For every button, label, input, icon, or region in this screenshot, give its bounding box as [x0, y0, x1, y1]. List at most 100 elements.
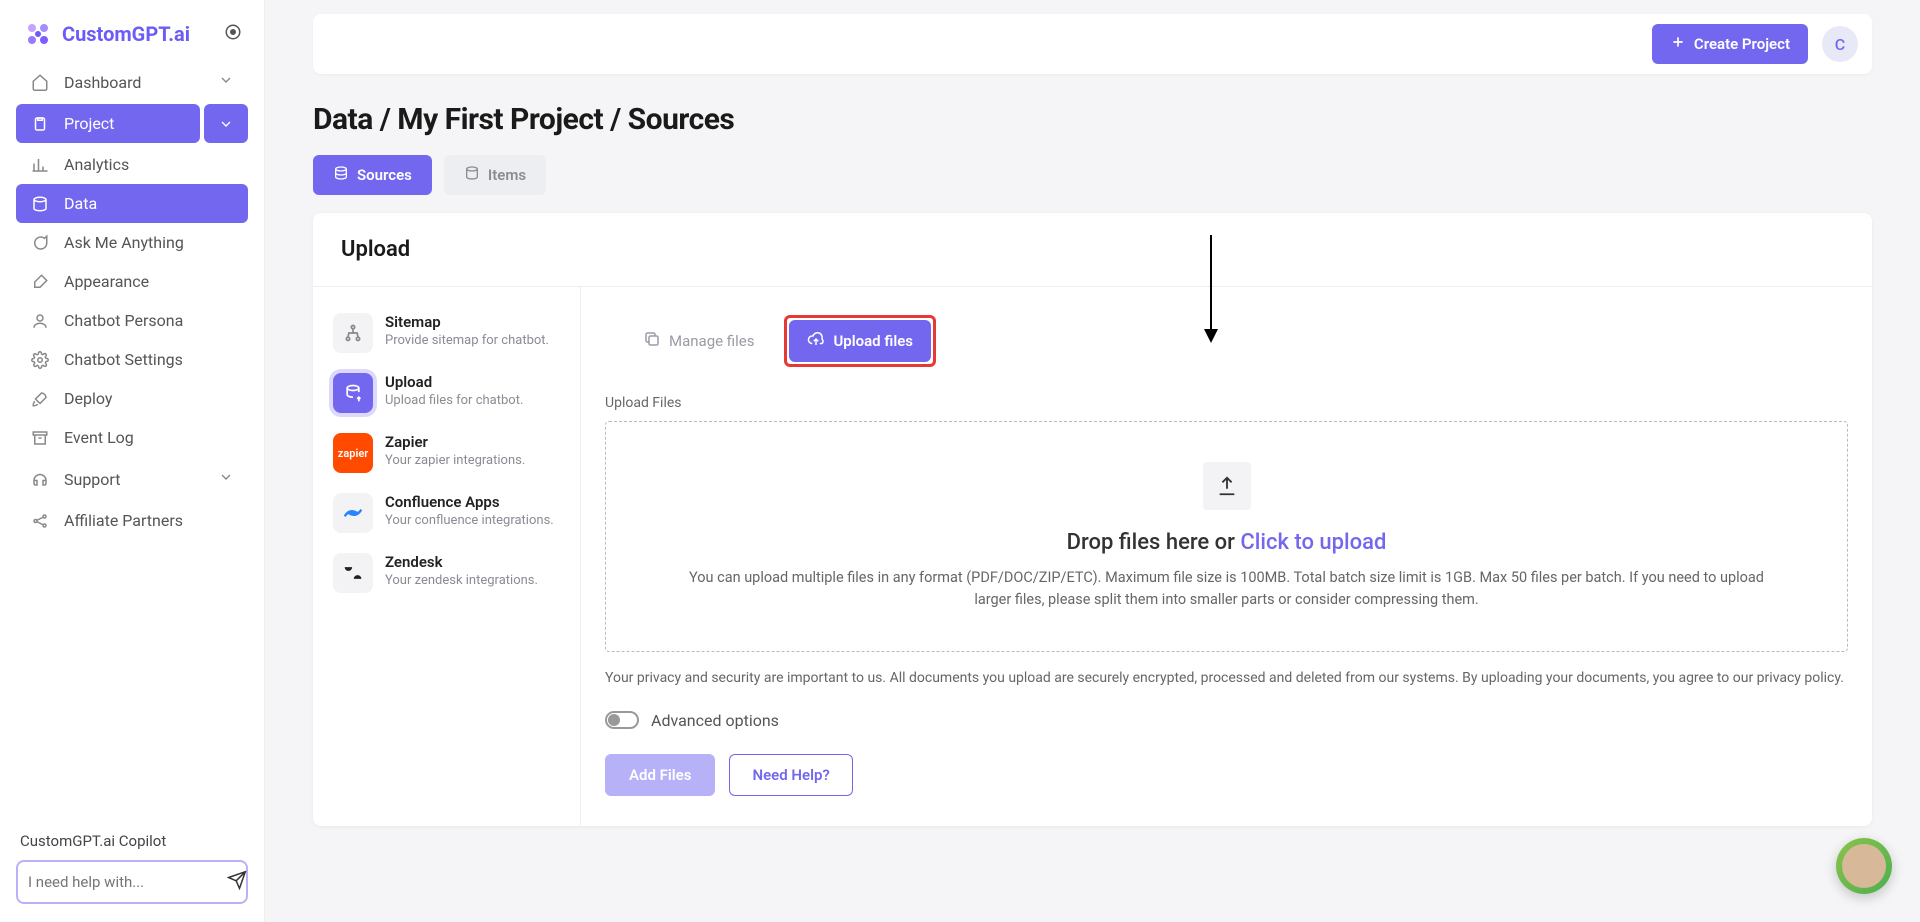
copilot-input[interactable]	[28, 873, 227, 891]
sidebar-item-label: Dashboard	[64, 73, 141, 92]
upload-icon	[1203, 462, 1251, 510]
sidebar-item-label: Appearance	[64, 272, 149, 291]
tab-label: Manage files	[669, 332, 754, 350]
chat-avatar-icon	[1842, 844, 1886, 888]
source-item-sitemap[interactable]: SitemapProvide sitemap for chatbot.	[321, 303, 572, 363]
sidebar-item-label: Analytics	[64, 155, 129, 174]
dropzone-title: Drop files here or Click to upload	[636, 530, 1817, 555]
project-expand-toggle[interactable]	[204, 104, 248, 143]
top-tabs: Sources Items	[313, 155, 1872, 195]
rocket-icon	[30, 390, 50, 408]
tab-label: Sources	[357, 166, 412, 184]
sidebar-item-project[interactable]: Project	[16, 104, 200, 143]
sidebar-item-label: Chatbot Settings	[64, 350, 183, 369]
upload-card: Upload SitemapProvide sitemap for chatbo…	[313, 213, 1872, 826]
confluence-icon	[333, 493, 373, 533]
clipboard-icon	[30, 115, 50, 133]
sidebar-item-label: Data	[64, 194, 97, 213]
sidebar-item-label: Ask Me Anything	[64, 233, 184, 252]
chart-icon	[30, 156, 50, 174]
sitemap-icon	[333, 313, 373, 353]
sidebar-item-appearance[interactable]: Appearance	[16, 262, 248, 301]
sidebar-item-label: Chatbot Persona	[64, 311, 183, 330]
avatar[interactable]: C	[1822, 26, 1858, 62]
create-project-button[interactable]: Create Project	[1652, 24, 1808, 64]
advanced-options-toggle[interactable]	[605, 711, 639, 729]
upload-section-label: Upload Files	[605, 395, 1848, 411]
tab-manage-files[interactable]: Manage files	[625, 315, 772, 367]
annotation-arrow-icon	[1201, 235, 1221, 345]
tab-label: Upload files	[833, 332, 913, 350]
source-item-confluence[interactable]: Confluence AppsYour confluence integrati…	[321, 483, 572, 543]
advanced-options-label: Advanced options	[651, 711, 779, 730]
stack-icon	[333, 165, 349, 185]
source-item-zapier[interactable]: zapier ZapierYour zapier integrations.	[321, 423, 572, 483]
chevron-down-icon	[218, 469, 234, 489]
user-icon	[30, 312, 50, 330]
privacy-text: Your privacy and security are important …	[605, 668, 1848, 689]
copy-icon	[643, 330, 661, 352]
gear-icon	[30, 351, 50, 369]
need-help-button[interactable]: Need Help?	[729, 754, 852, 796]
dropzone-subtext: You can upload multiple files in any for…	[677, 567, 1777, 611]
tab-upload-files[interactable]: Upload files	[789, 320, 931, 362]
brand-icon	[22, 18, 54, 50]
source-item-upload[interactable]: UploadUpload files for chatbot.	[321, 363, 572, 423]
add-files-button[interactable]: Add Files	[605, 754, 715, 796]
sidebar-item-dashboard[interactable]: Dashboard	[16, 62, 248, 102]
sidebar-item-support[interactable]: Support	[16, 459, 248, 499]
sidebar-item-affiliates[interactable]: Affiliate Partners	[16, 501, 248, 540]
collapse-icon[interactable]	[224, 23, 242, 45]
topbar: Create Project C	[313, 14, 1872, 74]
sidebar-item-label: Project	[64, 114, 114, 133]
sidebar-item-label: Affiliate Partners	[64, 511, 183, 530]
copilot-input-wrapper[interactable]	[16, 860, 248, 904]
create-project-label: Create Project	[1694, 35, 1790, 53]
sidebar-item-eventlog[interactable]: Event Log	[16, 418, 248, 457]
tab-label: Items	[488, 166, 526, 184]
list-icon	[464, 165, 480, 185]
copilot-title: CustomGPT.ai Copilot	[16, 832, 248, 850]
plus-icon	[1670, 34, 1686, 54]
main-content: Create Project C Data / My First Project…	[265, 0, 1920, 922]
zendesk-icon	[333, 553, 373, 593]
upload-pane: Manage files Upload files Upload Files	[581, 287, 1872, 826]
upload-db-icon	[333, 373, 373, 413]
sidebar-item-deploy[interactable]: Deploy	[16, 379, 248, 418]
sidebar-item-ask[interactable]: Ask Me Anything	[16, 223, 248, 262]
chevron-down-icon	[218, 72, 234, 92]
sidebar-item-persona[interactable]: Chatbot Persona	[16, 301, 248, 340]
breadcrumb: Data / My First Project / Sources	[313, 102, 1872, 137]
send-icon[interactable]	[227, 870, 247, 894]
headphones-icon	[30, 470, 50, 488]
sidebar: CustomGPT.ai Dashboard Project	[0, 0, 265, 922]
brand-logo[interactable]: CustomGPT.ai	[22, 18, 190, 50]
source-item-zendesk[interactable]: ZendeskYour zendesk integrations.	[321, 543, 572, 603]
archive-icon	[30, 429, 50, 447]
pane-tabs: Manage files Upload files	[605, 287, 1848, 385]
sidebar-item-analytics[interactable]: Analytics	[16, 145, 248, 184]
annotation-highlight: Upload files	[784, 315, 936, 367]
file-dropzone[interactable]: Drop files here or Click to upload You c…	[605, 421, 1848, 652]
cloud-upload-icon	[807, 330, 825, 352]
sidebar-item-settings[interactable]: Chatbot Settings	[16, 340, 248, 379]
brush-icon	[30, 273, 50, 291]
copilot-section: CustomGPT.ai Copilot	[16, 812, 248, 904]
share-icon	[30, 512, 50, 530]
sidebar-header: CustomGPT.ai	[16, 18, 248, 62]
home-icon	[30, 73, 50, 91]
sidebar-item-data[interactable]: Data	[16, 184, 248, 223]
card-title: Upload	[313, 213, 1872, 287]
database-icon	[30, 195, 50, 213]
tab-items[interactable]: Items	[444, 155, 546, 195]
brand-text: CustomGPT.ai	[62, 22, 190, 46]
chat-widget-button[interactable]	[1836, 838, 1892, 894]
click-to-upload-link[interactable]: Click to upload	[1240, 530, 1386, 555]
chat-icon	[30, 234, 50, 252]
zapier-icon: zapier	[333, 433, 373, 473]
sidebar-item-label: Deploy	[64, 389, 112, 408]
source-type-list: SitemapProvide sitemap for chatbot. Uplo…	[313, 287, 581, 826]
sidebar-item-label: Event Log	[64, 428, 134, 447]
tab-sources[interactable]: Sources	[313, 155, 432, 195]
sidebar-item-label: Support	[64, 470, 120, 489]
